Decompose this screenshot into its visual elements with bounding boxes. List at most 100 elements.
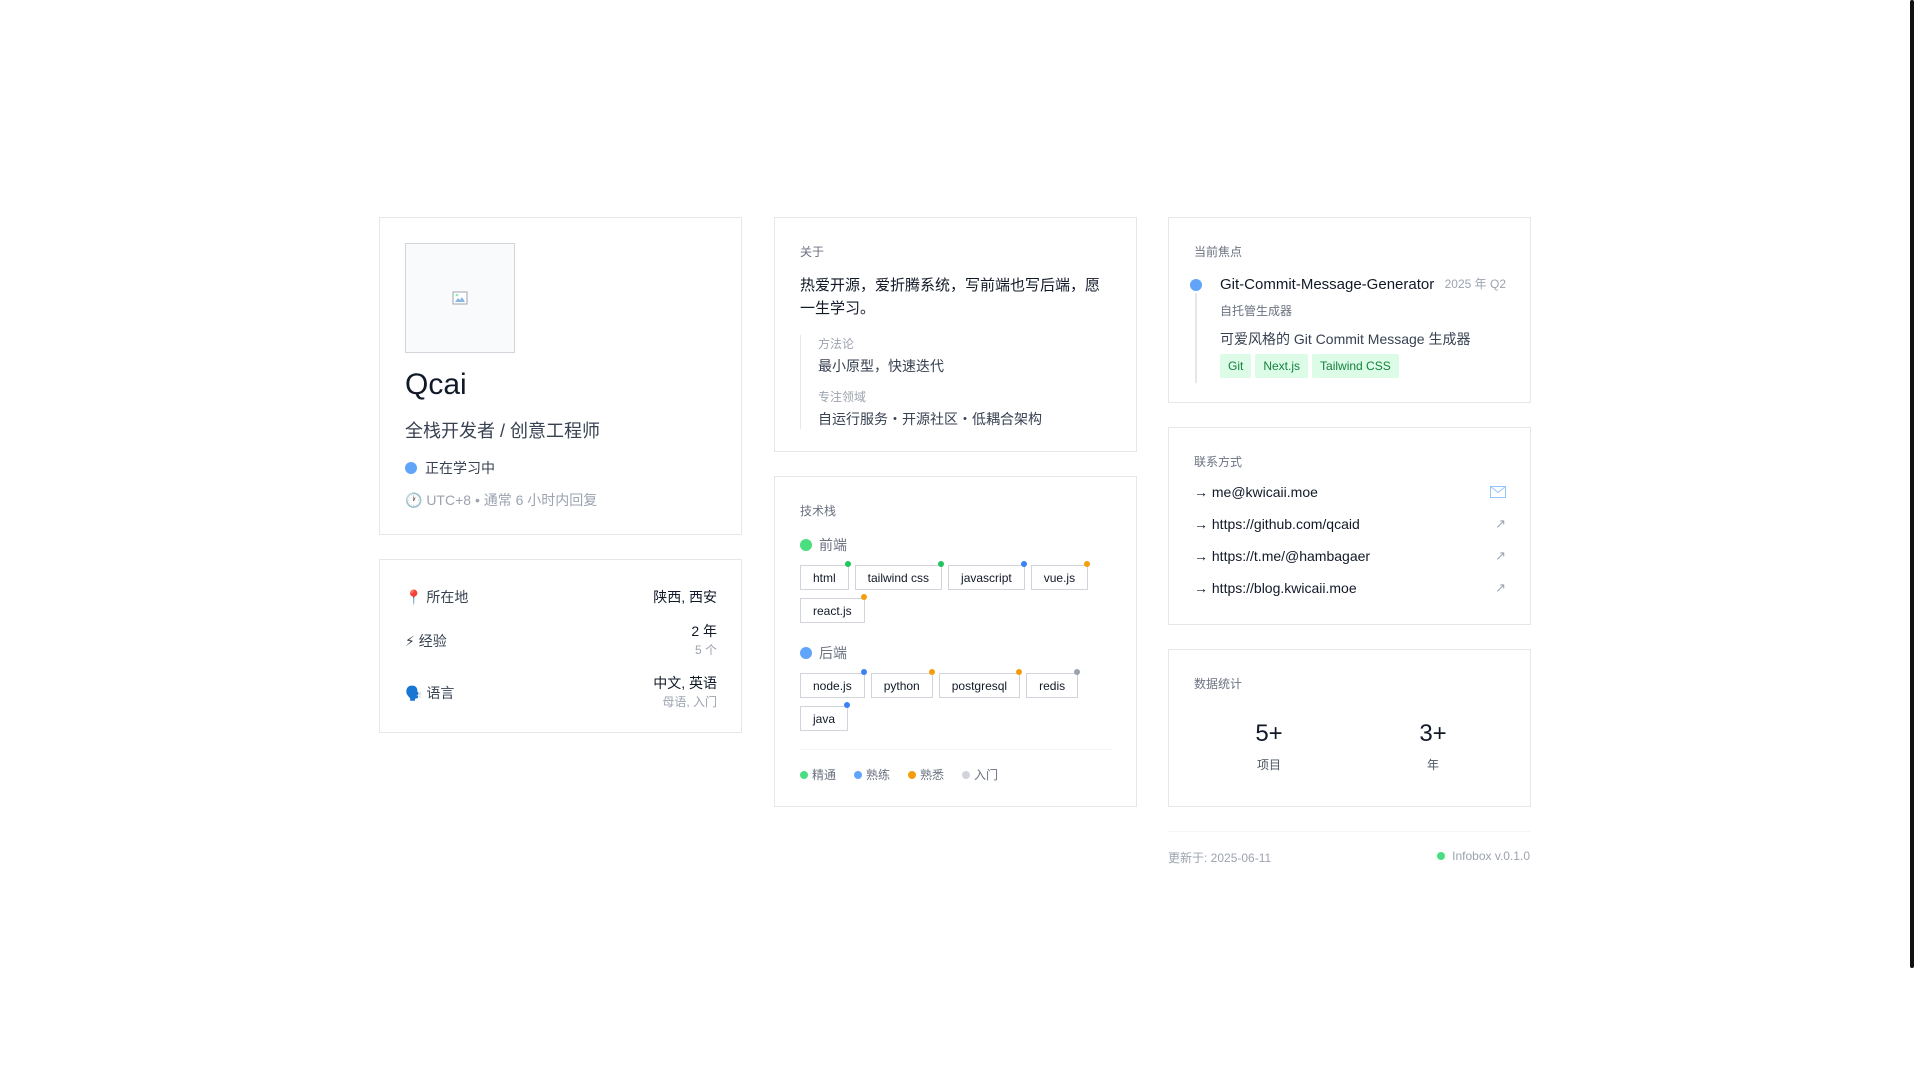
timezone-info: 🕐 UTC+8 • 通常 6 小时内回复 bbox=[405, 492, 598, 508]
legend-label: 熟悉 bbox=[920, 768, 945, 782]
broken-image-icon bbox=[452, 291, 468, 305]
info-row-experience: ⚡ 经验 2 年 5 个 bbox=[405, 621, 717, 658]
about-text: 热爱开源，爱折腾系统，写前端也写后端，愿一生学习。 bbox=[800, 277, 1101, 317]
legend-item: 精通 bbox=[800, 766, 836, 783]
skill-level-dot-icon bbox=[1074, 669, 1081, 675]
tag-label: python bbox=[883, 679, 920, 693]
experience-sub: 5 个 bbox=[694, 643, 717, 657]
scrollbar-track[interactable] bbox=[1902, 0, 1920, 1080]
profile-card: Qcai 全栈开发者 / 创意工程师 正在学习中 🕐 UTC+8 • 通常 6 … bbox=[379, 217, 742, 535]
location-label: 📍 所在地 bbox=[405, 589, 469, 605]
external-link-icon[interactable]: ↗ bbox=[1495, 516, 1506, 532]
method-value: 最小原型，快速迭代 bbox=[818, 358, 944, 374]
external-link-icon[interactable]: ↗ bbox=[1495, 580, 1506, 596]
legend-item: 熟练 bbox=[854, 766, 890, 783]
legend-item: 入门 bbox=[962, 766, 998, 783]
frontend-label: 前端 bbox=[819, 537, 847, 553]
project-tag: Tailwind CSS bbox=[1312, 354, 1399, 378]
language-label: 🗣️ 语言 bbox=[405, 685, 455, 701]
contact-title: 联系方式 bbox=[1194, 455, 1243, 469]
project-tags: Git Next.js Tailwind CSS bbox=[1220, 354, 1399, 378]
language-value: 中文, 英语 bbox=[653, 675, 717, 691]
contact-github[interactable]: → https://github.com/qcaid ↗ bbox=[1194, 516, 1506, 532]
legend-dot-icon bbox=[800, 770, 808, 779]
status-text: 正在学习中 bbox=[425, 460, 495, 476]
tag-label: javascript bbox=[961, 571, 1012, 585]
contact-telegram[interactable]: → https://t.me/@hambagaer ↗ bbox=[1194, 548, 1506, 564]
backend-tag-redis: redis bbox=[1026, 669, 1081, 698]
tag-label: java bbox=[813, 712, 836, 726]
project-description: 可爱风格的 Git Commit Message 生成器 bbox=[1220, 331, 1471, 347]
skill-level-dot-icon bbox=[860, 669, 867, 675]
backend-tag-postgresql: postgresql bbox=[938, 669, 1023, 698]
skill-level-dot-icon bbox=[928, 669, 935, 675]
contact-telegram-text[interactable]: → https://t.me/@hambagaer bbox=[1194, 548, 1370, 564]
tag-label: tailwind css bbox=[867, 571, 930, 585]
frontend-dot-icon bbox=[800, 539, 812, 551]
backend-label: 后端 bbox=[819, 645, 847, 661]
tech-stack-card: 技术栈 前端 html tailwind css javascript vue.js r… bbox=[774, 476, 1137, 807]
skill-level-dot-icon bbox=[1084, 561, 1091, 567]
project-tag: Git bbox=[1220, 354, 1252, 378]
language-sub: 母语, 入门 bbox=[662, 695, 717, 709]
contact-email-text[interactable]: → me@kwicaii.moe bbox=[1194, 484, 1318, 500]
frontend-tag-tailwind-css: tailwind css bbox=[854, 561, 945, 590]
focus-area-label: 专注领域 bbox=[818, 390, 867, 404]
external-link-icon[interactable]: ↗ bbox=[1495, 548, 1506, 564]
contact-github-text[interactable]: → https://github.com/qcaid bbox=[1194, 516, 1360, 532]
about-title: 关于 bbox=[800, 245, 825, 259]
contact-blog[interactable]: → https://blog.kwicaii.moe ↗ bbox=[1194, 580, 1506, 596]
legend-dot-icon bbox=[854, 770, 863, 779]
project-subtitle: 自托管生成器 bbox=[1220, 304, 1293, 318]
location-value: 陕西, 西安 bbox=[653, 589, 717, 605]
legend-dot-icon bbox=[962, 770, 971, 779]
skill-level-dot-icon bbox=[938, 561, 945, 567]
info-card: 📍 所在地 陕西, 西安 ⚡ 经验 2 年 5 个 🗣️ 语言 中文, 英语 母… bbox=[379, 559, 742, 733]
legend-label: 熟练 bbox=[866, 768, 891, 782]
skill-level-dot-icon bbox=[860, 594, 867, 600]
skill-level-dot-icon bbox=[1016, 669, 1023, 675]
status-indicator: 正在学习中 bbox=[405, 458, 495, 478]
tag-label: node.js bbox=[813, 679, 852, 693]
avatar bbox=[405, 243, 515, 353]
version-status-dot-icon bbox=[1437, 852, 1446, 860]
tag-label: react.js bbox=[813, 604, 852, 618]
frontend-tags: html tailwind css javascript vue.js react.js bbox=[800, 561, 1120, 623]
stat-projects-number: 5+ bbox=[1255, 720, 1283, 747]
stat-years: 3+ 年 bbox=[1373, 720, 1493, 773]
project-name[interactable]: Git-Commit-Message-Generator bbox=[1220, 276, 1434, 293]
stat-projects: 5+ 项目 bbox=[1209, 720, 1329, 773]
footer-divider bbox=[1168, 831, 1530, 832]
info-row-language: 🗣️ 语言 中文, 英语 母语, 入门 bbox=[405, 673, 717, 710]
about-details: 方法论 最小原型，快速迭代 专注领域 自运行服务・开源社区・低耦合架构 bbox=[800, 335, 1042, 429]
footer-version: Infobox v.0.1.0 bbox=[1437, 849, 1530, 863]
backend-tag-python: python bbox=[870, 669, 935, 698]
info-row-location: 📍 所在地 陕西, 西安 bbox=[405, 587, 717, 607]
skill-level-dot-icon bbox=[1020, 561, 1027, 567]
backend-tag-node-js: node.js bbox=[800, 669, 867, 698]
stats-card: 数据统计 5+ 项目 3+ 年 bbox=[1168, 649, 1531, 807]
contact-email[interactable]: → me@kwicaii.moe bbox=[1194, 484, 1506, 500]
tag-label: vue.js bbox=[1043, 571, 1076, 585]
stat-projects-label: 项目 bbox=[1256, 758, 1281, 772]
mail-icon[interactable] bbox=[1490, 486, 1506, 498]
current-focus-card: 当前焦点 Git-Commit-Message-Generator 2025 年… bbox=[1168, 217, 1531, 403]
tech-title: 技术栈 bbox=[800, 504, 837, 518]
backend-tag-java: java bbox=[800, 702, 851, 731]
about-card: 关于 热爱开源，爱折腾系统，写前端也写后端，愿一生学习。 方法论 最小原型，快速… bbox=[774, 217, 1137, 452]
stat-years-number: 3+ bbox=[1419, 720, 1447, 747]
profile-role: 全栈开发者 / 创意工程师 bbox=[405, 421, 601, 441]
experience-value: 2 年 bbox=[691, 623, 717, 639]
timeline-line bbox=[1195, 293, 1197, 383]
project-date: 2025 年 Q2 bbox=[1444, 277, 1506, 291]
status-dot-icon bbox=[405, 462, 417, 474]
legend-label: 入门 bbox=[974, 768, 999, 782]
tag-label: redis bbox=[1039, 679, 1066, 693]
method-label: 方法论 bbox=[818, 337, 855, 351]
scrollbar-thumb[interactable] bbox=[1910, 0, 1914, 968]
contact-blog-text[interactable]: → https://blog.kwicaii.moe bbox=[1194, 580, 1357, 596]
backend-tags: node.js python postgresql redis java bbox=[800, 669, 1120, 731]
stat-years-label: 年 bbox=[1426, 758, 1439, 772]
project-tag: Next.js bbox=[1255, 354, 1309, 378]
contact-card: 联系方式 → me@kwicaii.moe → https://github.c… bbox=[1168, 427, 1531, 625]
